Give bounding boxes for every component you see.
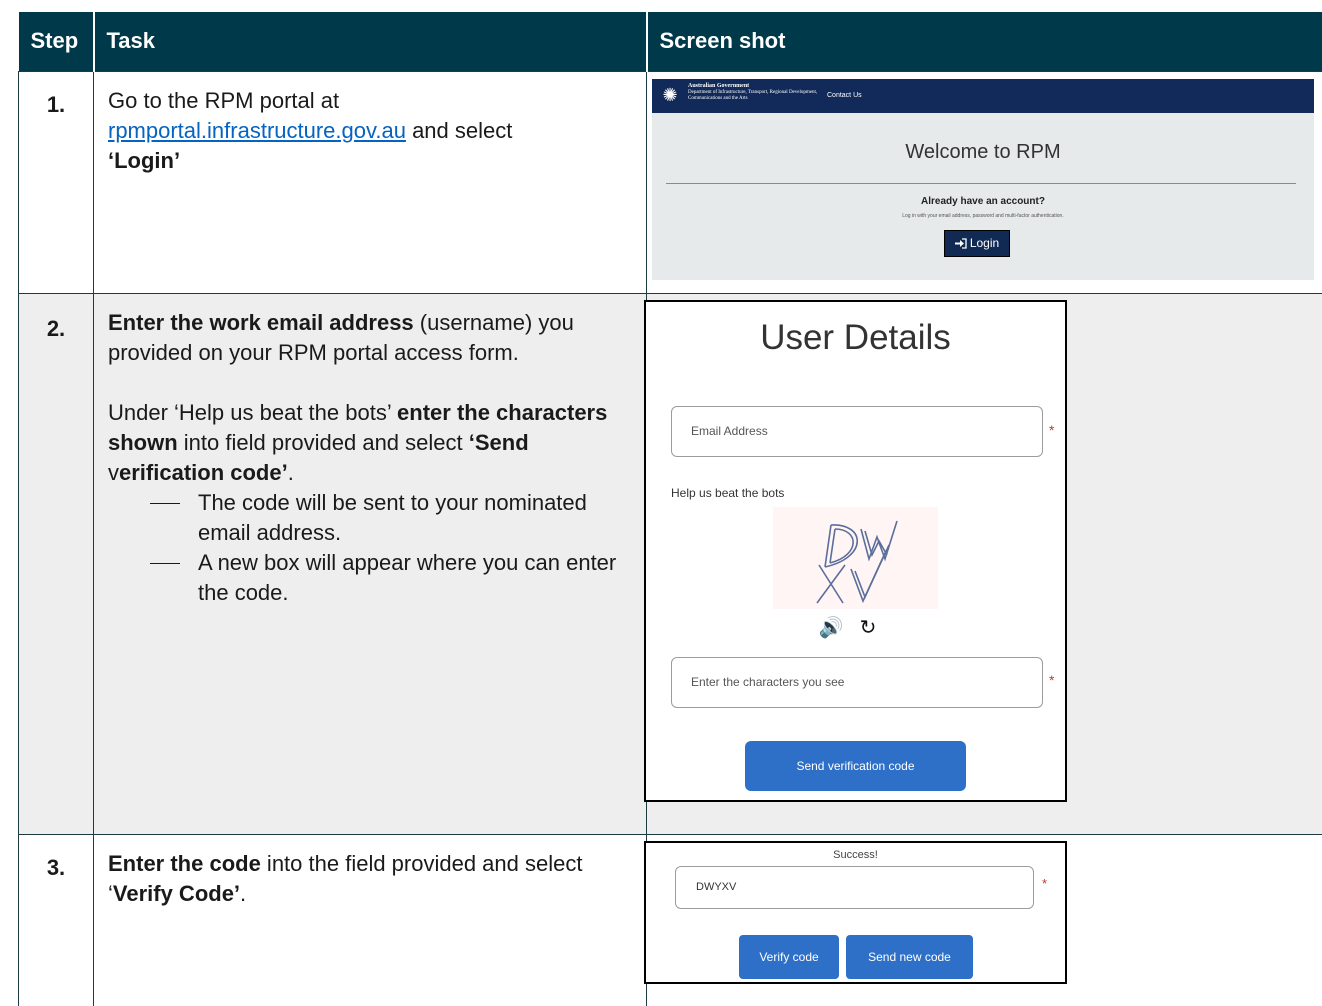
rpm-welcome-screenshot: ✺ Australian Government Department of In… (652, 78, 1314, 280)
coat-of-arms-icon: ✺ (662, 84, 678, 105)
task-bold-login: ‘Login’ (108, 147, 181, 173)
welcome-heading: Welcome to RPM (905, 140, 1061, 163)
captcha-input[interactable]: Enter the characters you see (671, 656, 1043, 708)
required-mark: * (1049, 671, 1055, 688)
send-verification-code-button[interactable]: Send verification code (745, 740, 966, 791)
step-number: 1. (18, 70, 94, 294)
email-field[interactable]: Email Address (671, 405, 1043, 457)
task-bullets: The code will be sent to your nominated … (108, 488, 632, 608)
task-bold: Enter the work email address (108, 309, 414, 335)
send-new-code-button[interactable]: Send new code (846, 934, 973, 979)
step-screenshot: Success! DWYXV * Verify code Send new co… (644, 833, 1322, 1006)
refresh-icon[interactable]: ↻ (860, 617, 893, 639)
task-text: Under ‘Help us beat the bots’ (108, 399, 398, 425)
sign-in-icon (954, 237, 967, 249)
step-row-3: 3. Enter the code into the field provide… (18, 833, 1322, 1006)
step-task: Enter the code into the field provided a… (93, 833, 647, 1006)
success-message: Success! (833, 848, 878, 861)
required-mark: * (1042, 875, 1048, 891)
divider (666, 182, 1296, 184)
step-screenshot: ✺ Australian Government Department of In… (646, 70, 1322, 294)
required-mark: * (1049, 421, 1055, 438)
table-header-row: Step Task Screen shot (18, 12, 1322, 71)
verification-code-input[interactable]: DWYXV (675, 865, 1034, 909)
step-task: Go to the RPM portal at rpmportal.infras… (93, 70, 647, 294)
task-text: . (240, 880, 247, 906)
step-row-2: 2. Enter the work email address (usernam… (18, 292, 1322, 835)
header-step: Step (18, 12, 95, 71)
task-bold: Verify Code’ (112, 880, 241, 906)
audio-icon[interactable]: 🔊 (819, 617, 860, 639)
task-text: Go to the RPM portal at (108, 87, 340, 113)
department-name: Australian Government Department of Infr… (688, 82, 818, 101)
user-details-screenshot: User Details Email Address * Help us bea… (644, 299, 1067, 802)
header-task: Task (93, 12, 648, 71)
login-button[interactable]: Login (944, 229, 1010, 257)
step-row-1: 1. Go to the RPM portal at rpmportal.inf… (18, 70, 1322, 294)
verify-code-screenshot: Success! DWYXV * Verify code Send new co… (644, 840, 1067, 984)
login-instructions: Log in with your email address, password… (902, 212, 1064, 219)
step-screenshot: User Details Email Address * Help us bea… (644, 292, 1322, 835)
gov-header: ✺ Australian Government Department of In… (652, 78, 1314, 113)
contact-us-link[interactable]: Contact Us (827, 92, 862, 99)
user-details-title: User Details (760, 317, 951, 357)
already-account-text: Already have an account? (921, 195, 1045, 207)
task-bold: ‘Send (468, 429, 529, 455)
captcha-label: Help us beat the bots (671, 485, 785, 500)
header-screenshot: Screen shot (646, 12, 1322, 71)
steps-table: Step Task Screen shot 1. Go to the RPM p… (18, 12, 1322, 1006)
task-bold: Enter the code (108, 850, 261, 876)
list-item: A new box will appear where you can ente… (108, 548, 632, 608)
step-number: 2. (18, 292, 94, 835)
task-text: . (287, 459, 294, 485)
captcha-controls: 🔊↻ (646, 615, 1065, 640)
task-text: into field provided and select (177, 429, 469, 455)
task-text: and select (405, 117, 513, 143)
verify-code-button[interactable]: Verify code (739, 934, 839, 979)
task-text: v (108, 459, 119, 485)
task-bold: erification code’ (119, 459, 288, 485)
captcha-image (773, 506, 938, 609)
step-number: 3. (18, 833, 94, 1006)
list-item: The code will be sent to your nominated … (108, 488, 632, 548)
portal-link[interactable]: rpmportal.infrastructure.gov.au (108, 118, 406, 143)
step-task: Enter the work email address (username) … (93, 292, 647, 835)
